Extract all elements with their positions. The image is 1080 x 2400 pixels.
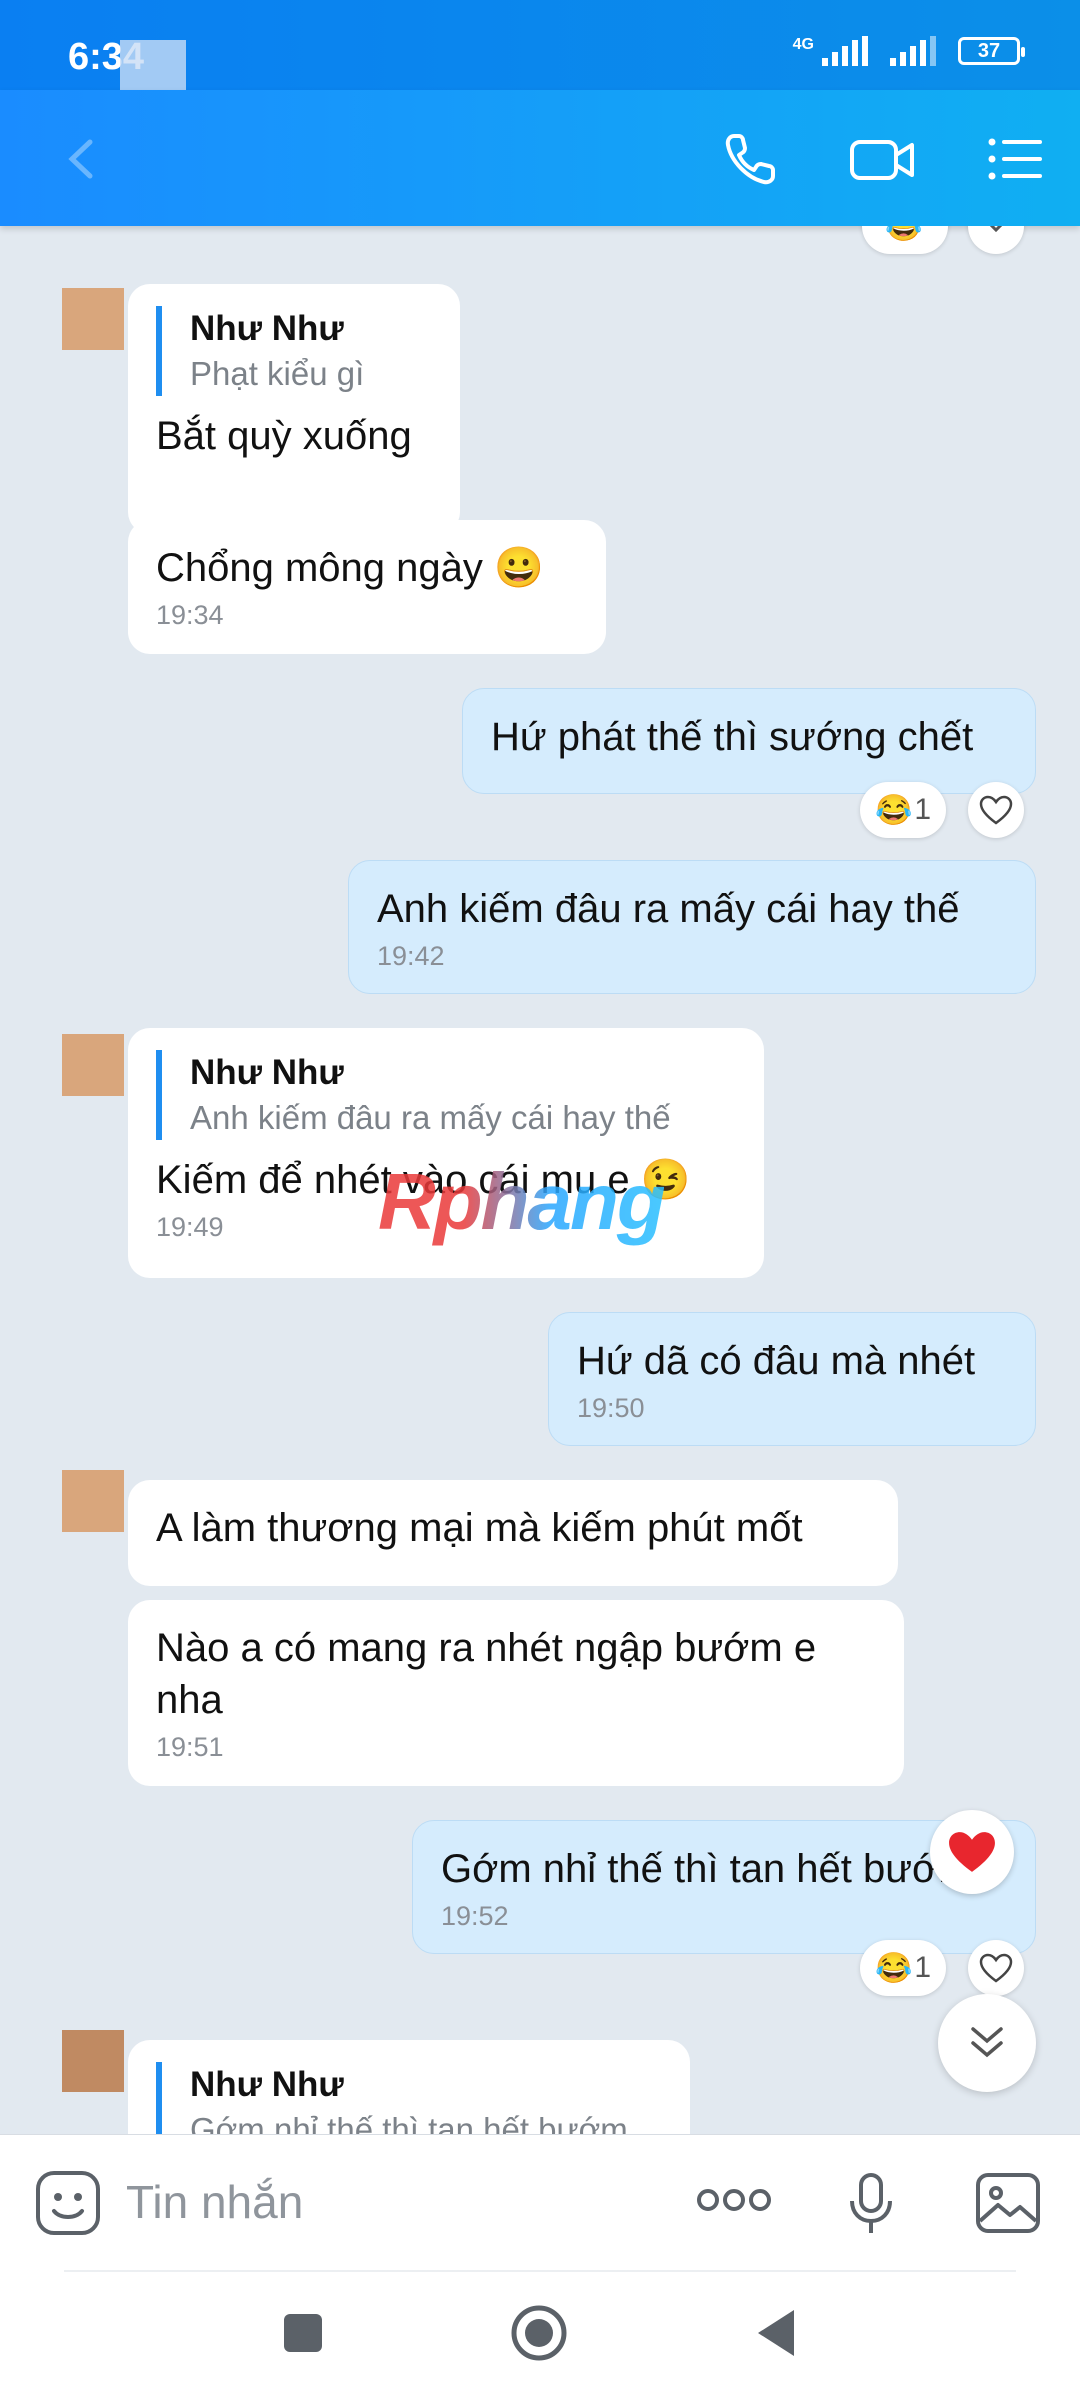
message-bubble[interactable]: Chổng mông ngày 😀 19:34	[128, 520, 606, 654]
message-text: Hứ phát thế thì sướng chết	[491, 715, 974, 759]
message-text: Gớm nhỉ thế thì tan hết bướm	[441, 1847, 972, 1891]
reaction-badge[interactable]: 😂 1	[860, 1940, 946, 1996]
reply-quote[interactable]: Như Như Phạt kiểu gì	[156, 306, 432, 396]
quote-sender: Như Như	[190, 309, 344, 348]
heart-outline-icon	[979, 1953, 1013, 1983]
message-text: Hứ dã có đâu mà nhét	[577, 1339, 976, 1383]
more-options-icon[interactable]	[696, 2185, 772, 2215]
reply-quote[interactable]: Như Như Gớm nhỉ thế thì tan hết bướm	[156, 2062, 662, 2134]
my-message-bubble[interactable]: Hứ phát thế thì sướng chết	[462, 688, 1036, 794]
message-bubble[interactable]: Như Như Gớm nhỉ thế thì tan hết bướm	[128, 2040, 690, 2134]
battery-level: 37	[977, 39, 1001, 62]
message-text: Bắt quỳ xuống	[156, 414, 412, 458]
divider	[64, 2270, 1016, 2272]
message-text: Chổng mông ngày 😀	[156, 546, 544, 590]
back-arrow-icon[interactable]	[50, 128, 112, 190]
message-list[interactable]: 😂 Như Như Phạt kiểu gì Bắt quỳ xuống Chổ…	[0, 226, 1080, 2134]
message-time: 19:34	[156, 600, 224, 630]
reaction-count: 1	[914, 793, 932, 826]
chat-header	[0, 90, 1080, 226]
watermark-logo: Rphang	[378, 1157, 666, 1246]
system-nav-bar	[0, 2270, 1080, 2400]
message-time: 19:50	[577, 1393, 645, 1423]
message-time: 19:51	[156, 1732, 224, 1762]
microphone-icon[interactable]	[846, 2171, 896, 2237]
chevron-down-icon	[989, 226, 1003, 233]
status-bar: 6:34 4G 37	[0, 0, 1080, 100]
avatar[interactable]	[62, 2030, 124, 2092]
message-bubble[interactable]: A làm thương mại mà kiếm phút mốt	[128, 1480, 898, 1586]
quote-text: Gớm nhỉ thế thì tan hết bướm	[190, 2111, 628, 2134]
heart-react-button-clipped[interactable]	[968, 226, 1024, 254]
laugh-emoji-icon: 😂	[874, 1951, 913, 1985]
message-bubble[interactable]: Như Như Phạt kiểu gì Bắt quỳ xuống	[128, 284, 460, 534]
reaction-badge[interactable]: 😂 1	[860, 782, 946, 838]
reply-quote[interactable]: Như Như Anh kiếm đâu ra mấy cái hay thế	[156, 1050, 736, 1140]
laugh-emoji-icon: 😂	[874, 793, 913, 827]
battery-icon: 37	[958, 37, 1025, 65]
my-message-bubble[interactable]: Anh kiếm đâu ra mấy cái hay thế 19:42	[348, 860, 1036, 994]
message-input[interactable]: Tin nhắn	[126, 2175, 303, 2229]
double-chevron-down-icon	[971, 2027, 1003, 2058]
message-text: Anh kiếm đâu ra mấy cái hay thế	[377, 887, 960, 931]
network-type: 4G	[792, 36, 814, 53]
signal-icon-2	[890, 36, 936, 66]
back-icon[interactable]	[754, 2308, 798, 2358]
reaction-badge-clipped[interactable]: 😂	[862, 226, 948, 254]
message-text: A làm thương mại mà kiếm phút mốt	[156, 1506, 803, 1550]
heart-outline-icon	[979, 795, 1013, 825]
phone-icon[interactable]	[720, 128, 782, 190]
message-time: 19:42	[377, 941, 445, 971]
image-gallery-icon[interactable]	[974, 2171, 1042, 2235]
scroll-to-bottom-button[interactable]	[938, 1994, 1036, 2092]
avatar[interactable]	[62, 288, 124, 350]
avatar[interactable]	[62, 1034, 124, 1096]
quote-sender: Như Như	[190, 1053, 344, 1092]
sticker-icon[interactable]	[34, 2169, 102, 2237]
home-icon[interactable]	[510, 2304, 568, 2362]
message-text: Nào a có mang ra nhét ngập bướm e nha	[156, 1626, 817, 1722]
reaction-count: 1	[914, 1951, 932, 1984]
recent-apps-icon[interactable]	[282, 2312, 324, 2354]
message-input-bar: Tin nhắn	[0, 2134, 1080, 2271]
video-call-icon[interactable]	[848, 128, 918, 190]
quote-sender: Như Như	[190, 2065, 344, 2104]
menu-list-icon[interactable]	[984, 128, 1046, 190]
heart-react-button[interactable]	[968, 1940, 1024, 1996]
message-time: 19:52	[441, 1901, 509, 1931]
my-message-bubble[interactable]: Hứ dã có đâu mà nhét 19:50	[548, 1312, 1036, 1446]
heart-reaction-badge[interactable]	[930, 1810, 1014, 1894]
avatar[interactable]	[62, 1470, 124, 1532]
message-bubble[interactable]: Nào a có mang ra nhét ngập bướm e nha 19…	[128, 1600, 904, 1786]
quote-text: Anh kiếm đâu ra mấy cái hay thế	[190, 1099, 671, 1136]
status-indicators: 4G 37	[792, 36, 1025, 66]
red-heart-icon	[949, 1832, 995, 1872]
quote-text: Phạt kiểu gì	[190, 355, 365, 392]
heart-react-button[interactable]	[968, 782, 1024, 838]
signal-icon	[822, 36, 868, 66]
